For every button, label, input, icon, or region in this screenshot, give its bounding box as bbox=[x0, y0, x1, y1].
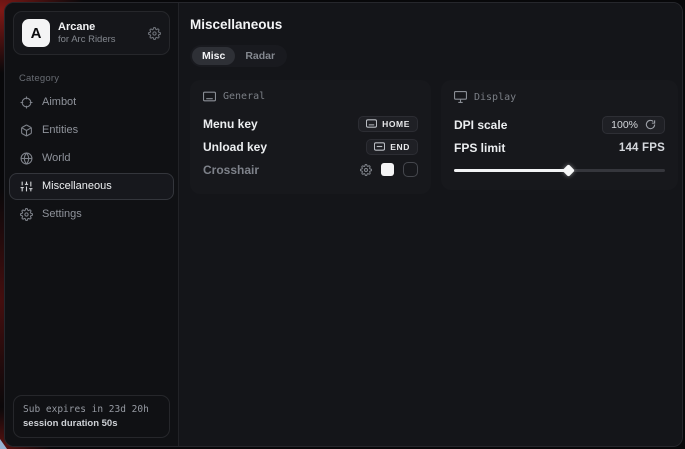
fps-limit-label: FPS limit bbox=[454, 141, 505, 155]
menu-key-value: HOME bbox=[382, 119, 410, 129]
slider-thumb[interactable] bbox=[562, 164, 575, 177]
sidebar-item-aimbot[interactable]: Aimbot bbox=[9, 89, 174, 116]
refresh-icon[interactable] bbox=[645, 119, 656, 130]
dpi-scale-value: 100% bbox=[611, 119, 638, 131]
general-panel-title: General bbox=[223, 91, 265, 102]
general-panel-header: General bbox=[203, 91, 418, 102]
unload-key-bind-button[interactable]: END bbox=[366, 139, 418, 155]
unload-key-row: Unload key END bbox=[203, 135, 418, 158]
sliders-icon bbox=[20, 180, 33, 193]
dpi-scale-label: DPI scale bbox=[454, 118, 507, 132]
entities-icon bbox=[20, 124, 33, 137]
key-icon bbox=[374, 142, 385, 151]
sidebar-item-label: Aimbot bbox=[42, 96, 76, 108]
app-subtitle: for Arc Riders bbox=[58, 34, 140, 46]
menu-key-row: Menu key HOME bbox=[203, 112, 418, 135]
crosshair-controls bbox=[360, 162, 418, 177]
page-title: Miscellaneous bbox=[190, 17, 678, 32]
crosshair-row: Crosshair bbox=[203, 158, 418, 181]
crosshair-label: Crosshair bbox=[203, 163, 259, 177]
dpi-scale-stepper[interactable]: 100% bbox=[602, 116, 665, 134]
sidebar-item-label: Entities bbox=[42, 124, 78, 136]
display-panel-header: Display bbox=[454, 91, 665, 103]
sidebar-nav: Aimbot Entities World Miscellaneous bbox=[5, 88, 178, 228]
app-title: Arcane bbox=[58, 21, 140, 34]
app-window: A Arcane for Arc Riders Category Aimbot bbox=[4, 2, 683, 447]
app-header-card: A Arcane for Arc Riders bbox=[13, 11, 170, 55]
menu-key-label: Menu key bbox=[203, 117, 258, 131]
sidebar-item-settings[interactable]: Settings bbox=[9, 201, 174, 228]
sidebar-item-label: Miscellaneous bbox=[42, 180, 112, 192]
tab-bar: Misc Radar bbox=[190, 45, 287, 67]
crosshair-checkbox[interactable] bbox=[403, 162, 418, 177]
gear-icon[interactable] bbox=[360, 164, 372, 176]
sidebar-item-miscellaneous[interactable]: Miscellaneous bbox=[9, 173, 174, 200]
app-logo: A bbox=[22, 19, 50, 47]
crosshair-color-swatch[interactable] bbox=[381, 163, 394, 176]
keyboard-icon bbox=[203, 91, 216, 102]
gear-icon[interactable] bbox=[148, 27, 161, 40]
category-label: Category bbox=[19, 73, 178, 84]
sidebar-item-world[interactable]: World bbox=[9, 145, 174, 172]
sub-expires-text: Sub expires in 23d 20h bbox=[23, 403, 160, 417]
unload-key-label: Unload key bbox=[203, 140, 267, 154]
fps-limit-slider[interactable] bbox=[454, 163, 665, 177]
main-content: Miscellaneous Misc Radar General Menu ke… bbox=[179, 3, 683, 446]
sidebar-item-label: World bbox=[42, 152, 71, 164]
panels-row: General Menu key HOME Unload key bbox=[190, 80, 678, 194]
general-panel: General Menu key HOME Unload key bbox=[190, 80, 431, 194]
display-panel-title: Display bbox=[474, 92, 516, 103]
globe-icon bbox=[20, 152, 33, 165]
menu-key-bind-button[interactable]: HOME bbox=[358, 116, 418, 132]
gear-icon bbox=[20, 208, 33, 221]
monitor-icon bbox=[454, 91, 467, 103]
tab-radar[interactable]: Radar bbox=[235, 47, 285, 65]
dpi-scale-row: DPI scale 100% bbox=[454, 113, 665, 136]
sidebar-item-entities[interactable]: Entities bbox=[9, 117, 174, 144]
crosshair-icon bbox=[20, 96, 33, 109]
sidebar-item-label: Settings bbox=[42, 208, 82, 220]
fps-limit-row: FPS limit 144 FPS bbox=[454, 136, 665, 159]
fps-limit-value: 144 FPS bbox=[619, 142, 665, 154]
session-duration-text: session duration 50s bbox=[23, 417, 160, 430]
tab-misc[interactable]: Misc bbox=[192, 47, 235, 65]
display-panel: Display DPI scale 100% FPS limit 144 FPS bbox=[441, 80, 678, 190]
subscription-card: Sub expires in 23d 20h session duration … bbox=[13, 395, 170, 438]
slider-fill bbox=[454, 169, 568, 172]
app-header-text: Arcane for Arc Riders bbox=[58, 21, 140, 46]
keyboard-icon bbox=[366, 119, 377, 128]
sidebar: A Arcane for Arc Riders Category Aimbot bbox=[5, 3, 179, 446]
unload-key-value: END bbox=[390, 142, 410, 152]
